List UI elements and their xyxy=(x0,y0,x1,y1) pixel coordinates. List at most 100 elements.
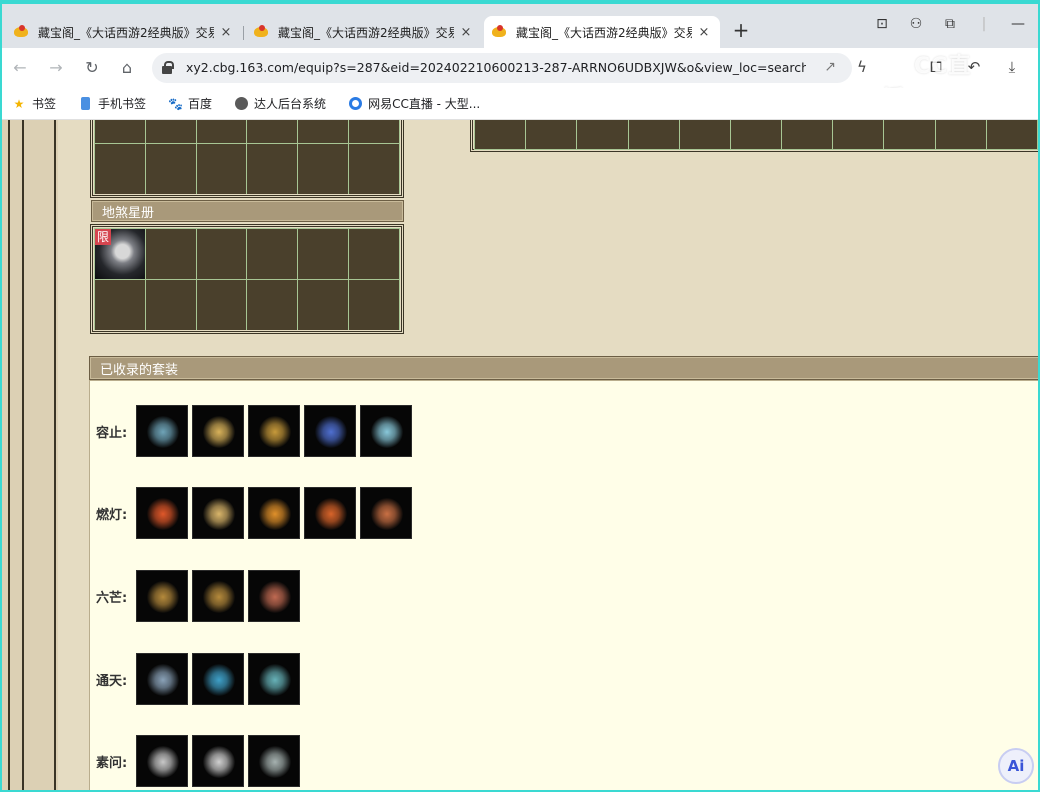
equipment-glow xyxy=(147,416,179,448)
star-icon: ★ xyxy=(13,96,25,111)
tab-close-icon[interactable]: × xyxy=(696,25,712,40)
suit-equipment-icon[interactable] xyxy=(136,570,188,622)
suit-equipment-icon[interactable] xyxy=(192,405,244,457)
grid-cell[interactable] xyxy=(628,120,679,149)
grid-cell[interactable] xyxy=(475,120,526,149)
tab-1[interactable]: 藏宝阁_《大话西游2经典版》交易 × xyxy=(6,16,242,48)
grid-cell[interactable] xyxy=(196,280,247,330)
grid-cell[interactable] xyxy=(145,229,196,279)
equipment-glow xyxy=(203,498,235,530)
grid-cell[interactable] xyxy=(526,120,577,149)
share-icon[interactable]: ↗ xyxy=(824,59,836,75)
grid-cell[interactable] xyxy=(730,120,782,149)
url-text[interactable]: xy2.cbg.163.com/equip?s=287&eid=20240221… xyxy=(186,60,806,75)
suit-equipment-icon[interactable] xyxy=(136,487,188,539)
new-tab-button[interactable]: + xyxy=(730,20,752,42)
download-icon[interactable]: ⤓ xyxy=(1002,58,1022,76)
equipment-glow xyxy=(371,416,403,448)
tab-search-icon[interactable]: ⊡ xyxy=(874,16,890,32)
lock-icon[interactable] xyxy=(162,61,174,74)
suit-equipment-icon[interactable] xyxy=(248,487,300,539)
grid-cell[interactable] xyxy=(298,229,349,279)
suit-icons xyxy=(136,653,300,705)
bookmark-item[interactable]: 手机书签 xyxy=(78,95,146,112)
suit-equipment-icon[interactable] xyxy=(192,735,244,787)
suit-equipment-icon[interactable] xyxy=(304,405,356,457)
forward-icon[interactable]: → xyxy=(46,58,66,78)
grid-cell[interactable] xyxy=(247,120,298,143)
grid-cell[interactable] xyxy=(782,120,833,149)
grid-cell[interactable] xyxy=(196,120,247,143)
bookmark-item[interactable]: 达人后台系统 xyxy=(234,95,326,112)
minimize-icon[interactable]: — xyxy=(1010,16,1026,32)
tab-3-active[interactable]: 藏宝阁_《大话西游2经典版》交易 × xyxy=(484,16,720,48)
section-title: 地煞星册 xyxy=(102,205,155,221)
grid-cell[interactable] xyxy=(298,280,349,330)
equipment-glow xyxy=(315,498,347,530)
suit-equipment-icon[interactable] xyxy=(192,487,244,539)
grid-cell[interactable] xyxy=(298,144,349,194)
suit-equipment-icon[interactable] xyxy=(248,735,300,787)
grid-cell[interactable] xyxy=(247,144,298,194)
reload-icon[interactable]: ↻ xyxy=(82,58,102,78)
grid-cell[interactable] xyxy=(679,120,730,149)
equipment-glow xyxy=(259,498,291,530)
bookmark-item[interactable]: ★ 书签 xyxy=(12,95,56,112)
cc-logo-icon xyxy=(882,53,910,81)
grid-cell[interactable] xyxy=(95,120,145,143)
grid-cell[interactable] xyxy=(145,144,196,194)
tab-2[interactable]: 藏宝阁_《大话西游2经典版》交易 × xyxy=(246,16,482,48)
equipment-glow xyxy=(259,664,291,696)
suit-equipment-icon[interactable] xyxy=(136,735,188,787)
grid-cell[interactable] xyxy=(247,280,298,330)
grid-cell[interactable] xyxy=(145,280,196,330)
grid-cell[interactable] xyxy=(884,120,935,149)
grid-cell[interactable] xyxy=(349,120,399,143)
suit-row: 六芒: xyxy=(96,570,300,622)
extension-icon[interactable]: ⧉ xyxy=(942,16,958,32)
suit-equipment-icon[interactable] xyxy=(304,487,356,539)
suit-equipment-icon[interactable] xyxy=(248,405,300,457)
grid-cell[interactable] xyxy=(349,229,399,279)
left-border xyxy=(8,120,10,790)
suit-equipment-icon[interactable] xyxy=(248,653,300,705)
grid-cell[interactable] xyxy=(196,144,247,194)
star-card-item[interactable]: 限 xyxy=(95,229,145,279)
suit-equipment-icon[interactable] xyxy=(360,405,412,457)
bookmark-item[interactable]: 🐾 百度 xyxy=(168,95,212,112)
grid-cell[interactable] xyxy=(95,280,145,330)
tab-close-icon[interactable]: × xyxy=(458,25,474,40)
tab-close-icon[interactable]: × xyxy=(218,25,234,40)
section-header-suits: 已收录的套装 xyxy=(89,356,1038,380)
ai-label: Ai xyxy=(1007,757,1025,775)
grid-cell[interactable] xyxy=(935,120,986,149)
suit-name: 六芒: xyxy=(96,590,128,606)
incognito-icon[interactable]: ⚇ xyxy=(908,16,924,32)
suit-equipment-icon[interactable] xyxy=(248,570,300,622)
cbg-favicon-icon xyxy=(14,25,30,39)
grid-cell[interactable] xyxy=(196,229,247,279)
grid-cell[interactable] xyxy=(247,229,298,279)
ai-assistant-button[interactable]: Ai xyxy=(998,748,1034,784)
suit-equipment-icon[interactable] xyxy=(136,405,188,457)
grid-cell[interactable] xyxy=(349,144,399,194)
suit-equipment-icon[interactable] xyxy=(192,653,244,705)
grid-cell[interactable] xyxy=(298,120,349,143)
window-controls: ⊡ ⚇ ⧉ | — xyxy=(874,16,1038,32)
grid-cell[interactable] xyxy=(349,280,399,330)
divider-icon: | xyxy=(981,16,987,32)
lightning-icon[interactable]: ϟ xyxy=(852,58,872,76)
suit-equipment-icon[interactable] xyxy=(360,487,412,539)
grid-cell[interactable] xyxy=(833,120,884,149)
grid-cell[interactable] xyxy=(145,120,196,143)
bookmark-item[interactable]: 网易CC直播 - 大型... xyxy=(348,95,480,112)
grid-cell[interactable] xyxy=(986,120,1037,149)
grid-cell[interactable] xyxy=(577,120,628,149)
back-icon[interactable]: ← xyxy=(10,58,30,78)
grid-cell[interactable] xyxy=(95,144,145,194)
home-icon[interactable]: ⌂ xyxy=(117,58,137,78)
suit-equipment-icon[interactable] xyxy=(192,570,244,622)
address-bar[interactable]: xy2.cbg.163.com/equip?s=287&eid=20240221… xyxy=(152,53,852,83)
section-title: 已收录的套装 xyxy=(100,362,179,378)
suit-equipment-icon[interactable] xyxy=(136,653,188,705)
